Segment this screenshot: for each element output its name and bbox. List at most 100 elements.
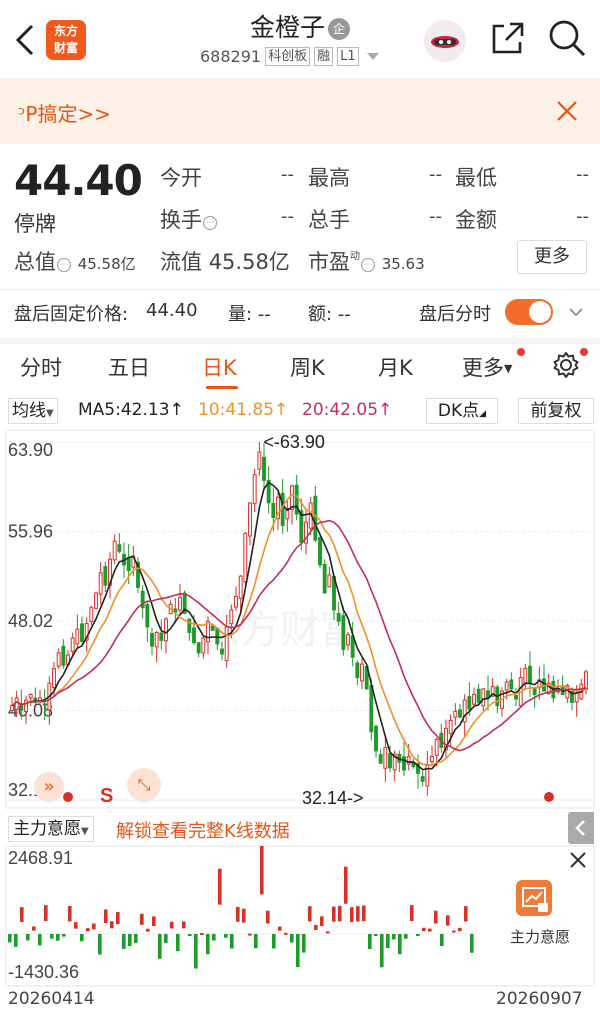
main-force-bar <box>104 909 108 923</box>
adjust-button[interactable]: 前复权 <box>518 398 594 424</box>
candle-body <box>360 663 364 682</box>
candle-body <box>532 687 537 695</box>
main-force-bar <box>308 906 312 922</box>
side-collapse-tab[interactable] <box>568 812 594 844</box>
main-force-bar <box>110 921 114 929</box>
main-force-bar <box>392 934 396 940</box>
main-force-bar <box>50 934 54 939</box>
tab-five-day[interactable]: 五日 <box>108 352 150 382</box>
open-value: -- <box>281 164 294 185</box>
notification-dot <box>580 348 588 356</box>
candle-body <box>355 662 360 679</box>
candle-body <box>80 623 84 643</box>
tab-daily-k[interactable]: 日K <box>202 352 237 382</box>
candle-body <box>504 681 509 691</box>
turnover-label[interactable]: 换手 ⋯ <box>160 204 217 234</box>
promo-label: 主力意愿 <box>509 928 570 946</box>
candle-body <box>336 613 341 622</box>
open-label: 今开 <box>160 166 202 190</box>
candle-body <box>238 575 243 599</box>
tab-weekly-k[interactable]: 周K <box>290 352 325 382</box>
main-force-bar <box>452 930 456 933</box>
y-tick-label: 48.02 <box>8 611 53 631</box>
main-force-bar <box>68 905 72 922</box>
main-force-bar <box>116 912 120 925</box>
ma5-value: MA5:42.13↑ <box>78 400 184 420</box>
expand-arrows-icon[interactable]: » <box>34 772 64 802</box>
main-force-bar <box>374 934 378 936</box>
date-end: 20260907 <box>496 989 583 1009</box>
candle-body <box>453 710 458 718</box>
stock-code: 688291 <box>200 47 262 66</box>
timeshare-label: 盘后分时 <box>419 304 491 325</box>
total-value-label[interactable]: 总值 ⋯ 45.58亿 <box>14 246 136 276</box>
main-force-bar <box>164 934 168 943</box>
candle-body <box>75 628 80 645</box>
more-button[interactable]: 更多 <box>517 240 587 274</box>
candle-body <box>70 637 75 652</box>
amount-value: -- <box>576 206 589 227</box>
pe-dynamic-mark: 动 <box>350 251 360 262</box>
gear-icon[interactable] <box>551 350 581 380</box>
main-force-bar <box>434 910 438 924</box>
main-force-bar <box>170 921 174 929</box>
timeshare-toggle[interactable] <box>505 299 553 325</box>
date-start: 20260414 <box>8 989 95 1009</box>
main-force-bar <box>284 932 288 935</box>
candle-body <box>378 754 383 764</box>
y-tick-label: -1430.36 <box>8 962 79 982</box>
main-force-bar <box>398 934 402 955</box>
stock-subline[interactable]: 688291 科创板 融 L1 <box>200 47 379 66</box>
indicator-selector[interactable]: 主力意愿▼ <box>8 816 94 842</box>
main-force-bar <box>350 907 354 922</box>
candle-body <box>10 705 14 711</box>
share-icon[interactable] <box>488 18 528 58</box>
candle-body <box>224 626 229 662</box>
main-force-bar <box>338 905 342 922</box>
candle-body <box>528 665 532 684</box>
main-force-bar <box>158 934 162 959</box>
main-force-bar <box>122 934 126 949</box>
kline-svg[interactable]: 63.9055.9648.0240.0832.14东方财富<-63.9032.1… <box>0 428 600 810</box>
main-force-bar <box>188 934 192 936</box>
dk-point-button[interactable]: DK点◢ <box>426 398 498 424</box>
candle-body <box>220 648 224 655</box>
tab-more[interactable]: 更多▼ <box>462 352 512 382</box>
main-force-bar <box>152 916 156 927</box>
chevron-down-icon[interactable] <box>568 304 584 320</box>
tab-monthly-k[interactable]: 月K <box>378 352 413 382</box>
search-icon[interactable] <box>545 16 589 60</box>
promo-banner[interactable]: ᵓP搞定>> <box>0 78 600 144</box>
kline-chart[interactable]: 63.90 55.96 48.02 40.08 32.14 东方财富 <-63.90 32.1… <box>0 428 600 810</box>
candle-body <box>584 671 588 690</box>
margin-tag: 融 <box>314 47 334 66</box>
close-icon[interactable] <box>568 850 588 870</box>
low-price-label: 32.14-> <box>302 788 364 808</box>
candle-body <box>472 693 476 705</box>
enterprise-badge: 企 <box>328 18 350 40</box>
banner-text[interactable]: ᵓP搞定>> <box>18 98 111 127</box>
ma-selector[interactable]: 均线▼ <box>8 398 58 424</box>
main-force-bar <box>134 934 138 943</box>
main-force-bar <box>344 866 348 904</box>
candle-body <box>234 595 238 608</box>
main-force-bar <box>212 934 216 941</box>
avatar[interactable] <box>424 20 466 62</box>
candle-body <box>514 695 518 700</box>
candle-body <box>56 652 61 667</box>
main-force-promo[interactable]: 主力意愿 <box>490 870 578 960</box>
chart-lock-icon <box>516 880 552 916</box>
tab-timeshare[interactable]: 分时 <box>20 352 62 382</box>
candle-body <box>89 607 94 622</box>
main-force-bar <box>242 908 246 923</box>
fullscreen-icon[interactable]: ⤡ <box>127 768 161 802</box>
candle-body <box>271 502 276 519</box>
close-icon[interactable] <box>552 96 582 126</box>
pe-label[interactable]: 市盈动⋯ 35.63 <box>308 246 425 276</box>
unlock-link[interactable]: 解锁查看完整K线数据 <box>116 817 290 843</box>
turnover-value: -- <box>281 206 294 227</box>
candle-body <box>126 558 131 572</box>
candle-body <box>257 451 262 470</box>
candle-body <box>476 688 481 703</box>
high-label: 最高 <box>308 166 350 190</box>
